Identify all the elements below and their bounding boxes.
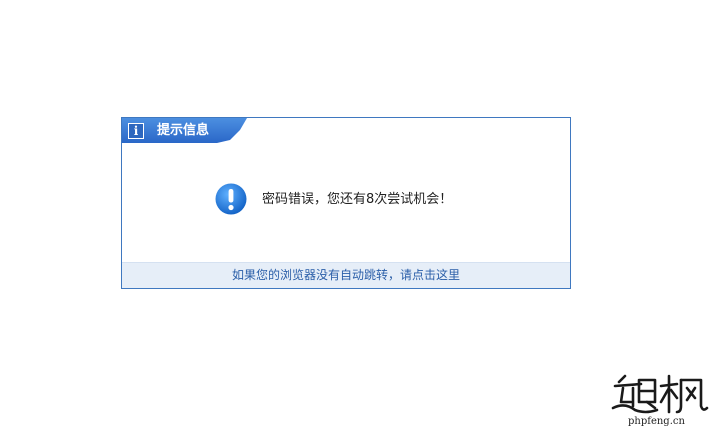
redirect-link[interactable]: 如果您的浏览器没有自动跳转，请点击这里 (232, 267, 460, 283)
dialog-title: 提示信息 (157, 123, 210, 138)
watermark-domain: phpfeng.cn (628, 416, 685, 427)
dialog-header: i 提示信息 (122, 118, 570, 143)
watermark: phpfeng.cn (611, 372, 711, 432)
info-icon: i (128, 123, 144, 139)
error-message: 密码错误，您还有8次尝试机会！ (262, 192, 453, 207)
page: i 提示信息 密码错误，您还有8次尝试机会！ 如果您的浏览器没有自动跳转，请点击… (0, 0, 718, 441)
dialog-body: 密码错误，您还有8次尝试机会！ (122, 143, 570, 264)
message-dialog: i 提示信息 密码错误，您还有8次尝试机会！ 如果您的浏览器没有自动跳转，请点击… (121, 117, 571, 289)
dialog-footer: 如果您的浏览器没有自动跳转，请点击这里 (122, 262, 570, 288)
watermark-logo (611, 374, 709, 414)
exclamation-icon (215, 183, 247, 215)
